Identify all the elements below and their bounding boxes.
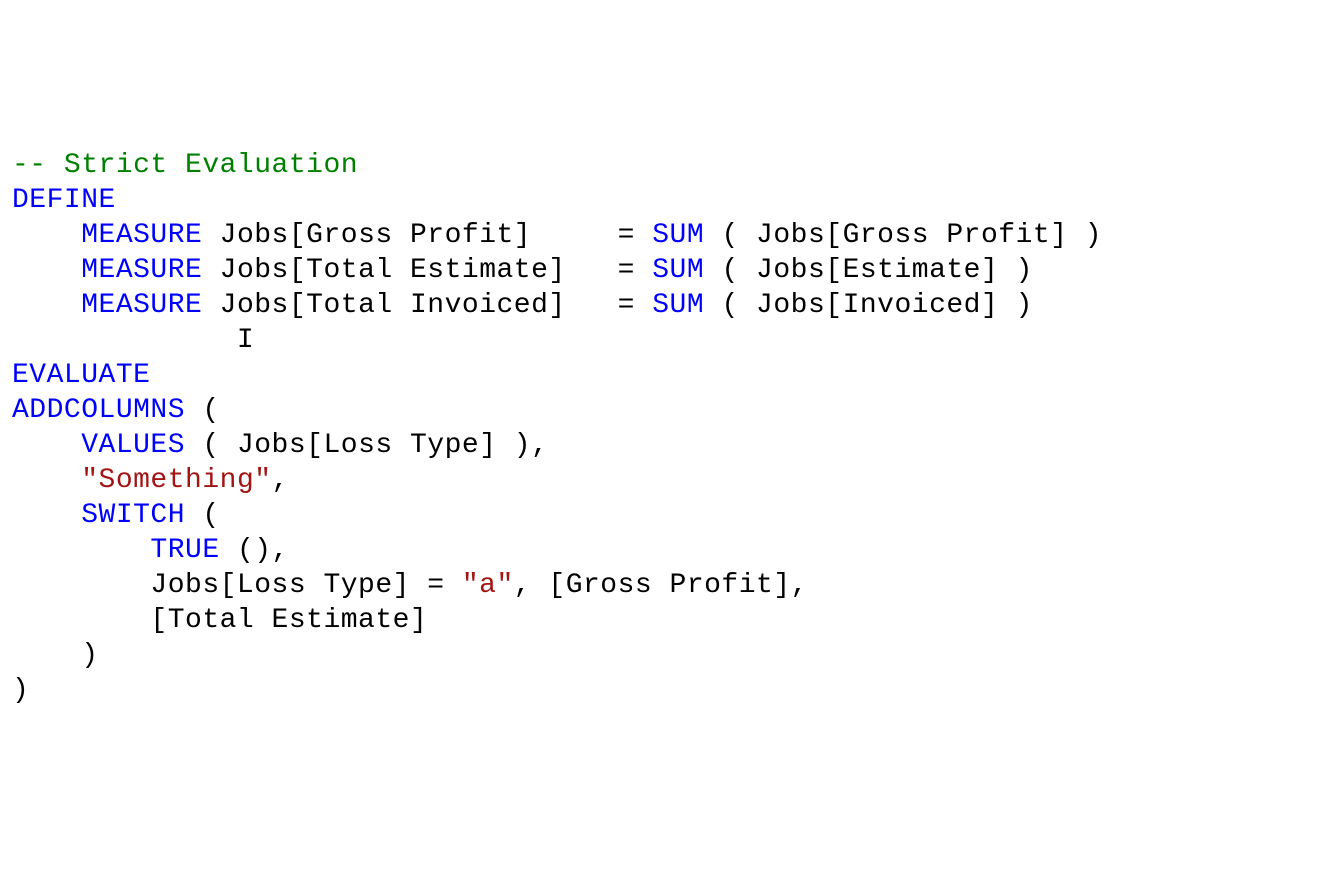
func-sum-1: SUM [652,220,704,251]
func-sum-3: SUM [652,290,704,321]
measure-decl-2: Jobs[Total Estimate] = [202,255,652,286]
paren-close-1: ) [12,640,99,671]
keyword-evaluate: EVALUATE [12,360,150,391]
values-args: ( Jobs[Loss Type] ), [185,430,548,461]
keyword-measure: MEASURE [12,220,202,251]
paren-open-2: ( [185,500,220,531]
sum-args-3: ( Jobs[Invoiced] ) [704,290,1033,321]
paren-open-1: ( [185,395,220,426]
true-rest: (), [220,535,289,566]
func-values: VALUES [81,430,185,461]
func-switch: SWITCH [81,500,185,531]
func-addcolumns: ADDCOLUMNS [12,395,185,426]
func-true: TRUE [150,535,219,566]
indent [12,465,81,496]
switch-case-rest: , [Gross Profit], [514,570,808,601]
indent [12,500,81,531]
string-something: "Something" [81,465,271,496]
switch-else: [Total Estimate] [12,605,427,636]
measure-decl-3: Jobs[Total Invoiced] = [202,290,652,321]
code-comment: -- Strict Evaluation [12,150,358,181]
keyword-define: DEFINE [12,185,116,216]
indent [12,430,81,461]
code-editor[interactable]: -- Strict Evaluation DEFINE MEASURE Jobs… [12,148,1321,708]
sum-args-2: ( Jobs[Estimate] ) [704,255,1033,286]
func-sum-2: SUM [652,255,704,286]
string-a: "a" [462,570,514,601]
keyword-measure: MEASURE [12,255,202,286]
comma: , [272,465,289,496]
paren-close-2: ) [12,675,29,706]
keyword-measure: MEASURE [12,290,202,321]
indent [12,535,150,566]
blank-line-cursor: I [12,325,254,356]
sum-args-1: ( Jobs[Gross Profit] ) [704,220,1102,251]
switch-case-lhs: Jobs[Loss Type] = [12,570,462,601]
measure-decl-1: Jobs[Gross Profit] = [202,220,652,251]
